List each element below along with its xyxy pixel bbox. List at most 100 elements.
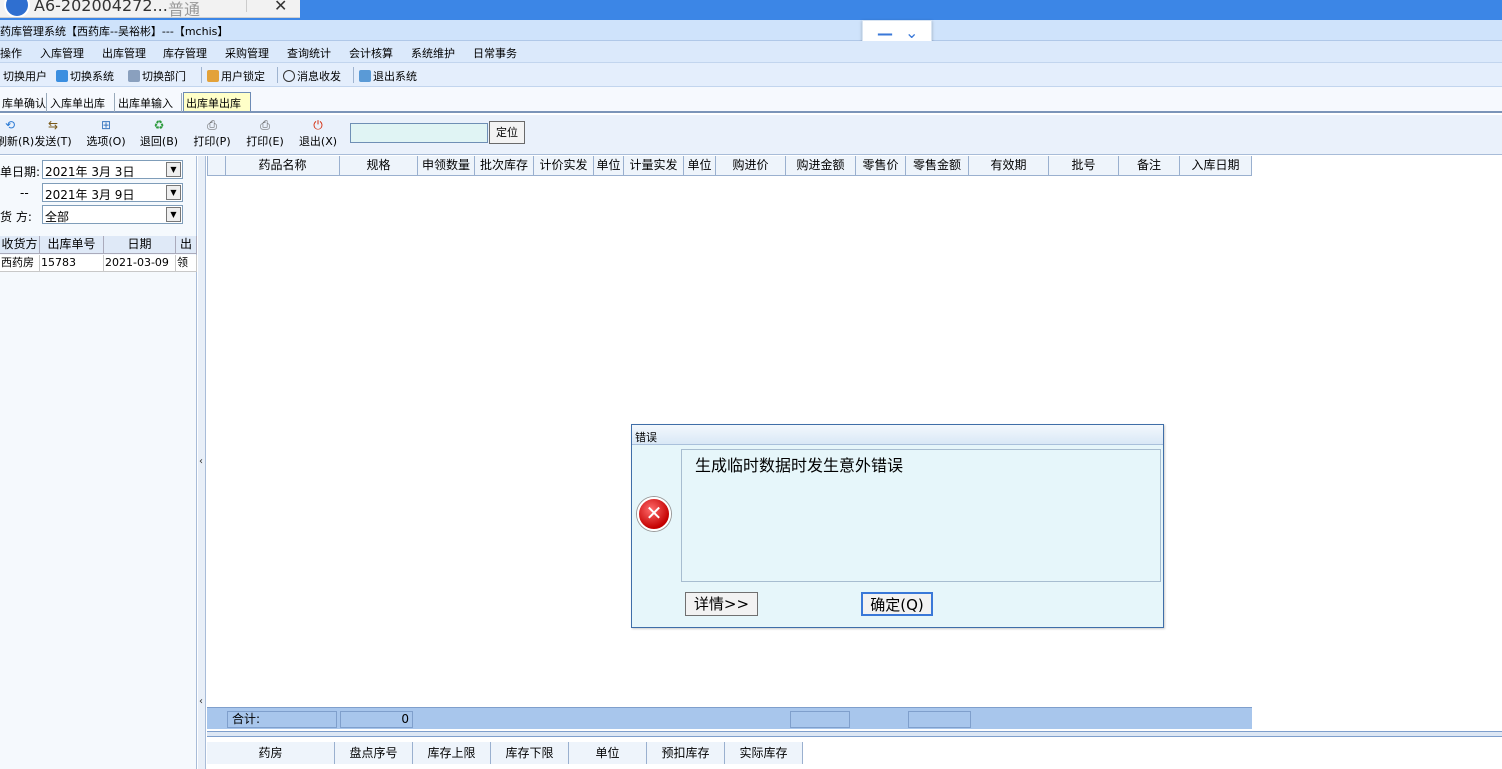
column-header[interactable]: 有效期 [968, 156, 1048, 176]
table-cell[interactable]: 领 [176, 255, 197, 272]
locate-button[interactable]: 定位 [489, 121, 525, 144]
tab-outbound-issue[interactable]: 出库单出库 [183, 92, 251, 111]
menu-item-operate[interactable]: 操作 [0, 45, 22, 61]
total-label: 合计: [227, 711, 337, 728]
column-header[interactable]: 计量实发 [623, 156, 683, 176]
switch-user-button[interactable]: 切换用户 [3, 68, 47, 84]
error-message: 生成临时数据时发生意外错误 [681, 449, 1161, 582]
printer-icon: ⎙ [260, 118, 270, 132]
party-row: 货 方: 全部 ▼ [0, 205, 197, 224]
menu-item-maintenance[interactable]: 系统维护 [411, 45, 455, 61]
refresh-button[interactable]: ⟲ 刷新(R) [0, 117, 34, 149]
grid-header: 药品名称 规格 申领数量 批次库存 计价实发 单位 计量实发 单位 购进价 购进… [207, 156, 1252, 176]
details-button[interactable]: 详情>> [685, 592, 758, 616]
date-to-picker[interactable]: 2021年 3月 9日 ▼ [42, 183, 183, 202]
exit-button[interactable]: ⏻ 退出(X) [296, 117, 340, 149]
lock-user-button[interactable]: 用户锁定 [207, 68, 265, 84]
lock-user-icon [207, 70, 219, 82]
recycle-icon: ♻ [153, 118, 165, 132]
ok-button[interactable]: 确定(Q) [861, 592, 933, 616]
tab-inbound-outbound[interactable]: 入库单出库 [48, 93, 115, 112]
menu-item-accounting[interactable]: 会计核算 [349, 45, 393, 61]
column-header[interactable]: 零售金额 [905, 156, 968, 176]
column-header[interactable]: 购进价 [715, 156, 785, 176]
menu-bar: 操作 入库管理 出库管理 库存管理 采购管理 查询统计 会计核算 系统维护 日常… [0, 41, 1502, 63]
party-value: 全部 [45, 210, 70, 224]
column-header[interactable]: 零售价 [855, 156, 905, 176]
column-header[interactable]: 实际库存 [725, 742, 803, 764]
table-cell[interactable]: 15783 [40, 255, 104, 272]
main-toolbar: ⟲ 刷新(R) ⇆ 发送(T) ⊞ 选项(O) ♻ 退回(B) ⎙ 打印(P) ⎙ 打印(E… [0, 115, 1502, 155]
total-purchase-box [790, 711, 850, 728]
party-select[interactable]: 全部 ▼ [42, 205, 183, 224]
tab-confirm[interactable]: 库单确认 [0, 93, 47, 112]
chevron-down-icon[interactable]: ▼ [166, 162, 181, 177]
print-p-button[interactable]: ⎙ 打印(P) [190, 117, 234, 149]
exit-system-button[interactable]: 退出系统 [359, 68, 417, 84]
switch-dept-label: 切换部门 [142, 70, 186, 83]
options-icon: ⊞ [100, 118, 112, 132]
module-tab-bar: 库单确认 入库单出库 出库单输入 出库单出库 [0, 87, 1502, 113]
switch-system-icon [56, 70, 68, 82]
chevron-down-icon[interactable]: ▼ [166, 185, 181, 200]
column-header[interactable]: 出库单号 [40, 236, 104, 254]
column-header[interactable]: 单位 [569, 742, 647, 764]
remote-tab-mode: 普通 [168, 0, 201, 18]
column-header[interactable]: 库存上限 [413, 742, 491, 764]
menu-item-stock[interactable]: 库存管理 [163, 45, 207, 61]
messages-button[interactable]: 消息收发 [283, 68, 341, 84]
column-header[interactable]: 药房 [207, 742, 335, 764]
column-header[interactable]: 单位 [683, 156, 715, 176]
window-title: 药库管理系统【西药库--吴裕彬】---【mchis】 [0, 25, 229, 38]
date-from-picker[interactable]: 2021年 3月 3日 ▼ [42, 160, 183, 179]
switch-system-button[interactable]: 切换系统 [56, 68, 114, 84]
grid-splitter[interactable] [207, 731, 1502, 737]
send-button[interactable]: ⇆ 发送(T) [31, 117, 75, 149]
menu-item-query[interactable]: 查询统计 [287, 45, 331, 61]
column-header[interactable]: 入库日期 [1179, 156, 1252, 176]
table-cell[interactable]: 2021-03-09 [104, 255, 176, 272]
menu-item-purchase[interactable]: 采购管理 [225, 45, 269, 61]
total-value: 0 [340, 711, 413, 728]
remote-tab-title: A6-202004272... [34, 0, 168, 15]
column-header[interactable]: 计价实发 [533, 156, 593, 176]
return-button[interactable]: ♻ 退回(B) [137, 117, 181, 149]
total-retail-box [908, 711, 971, 728]
chevron-down-icon[interactable]: ▼ [166, 207, 181, 222]
column-header[interactable]: 批次库存 [474, 156, 533, 176]
chevron-left-icon[interactable]: ‹ [199, 456, 203, 467]
options-button[interactable]: ⊞ 选项(O) [84, 117, 128, 149]
column-header[interactable]: 盘点序号 [335, 742, 413, 764]
column-header[interactable]: 出 [176, 236, 197, 254]
column-header[interactable]: 购进金额 [785, 156, 855, 176]
column-header[interactable]: 日期 [104, 236, 176, 254]
column-header[interactable]: 备注 [1118, 156, 1179, 176]
tab-outbound-input[interactable]: 出库单输入 [116, 93, 182, 112]
menu-item-inbound[interactable]: 入库管理 [40, 45, 84, 61]
menu-item-daily[interactable]: 日常事务 [473, 45, 517, 61]
dialog-title: 错误 [632, 425, 1163, 445]
remote-session-tab[interactable]: A6-202004272... 普通 ✕ [0, 0, 300, 18]
menu-item-outbound[interactable]: 出库管理 [102, 45, 146, 61]
print-e-label: 打印(E) [246, 135, 284, 148]
column-header[interactable]: 单位 [593, 156, 623, 176]
column-header[interactable]: 规格 [339, 156, 417, 176]
chevron-left-icon[interactable]: ‹ [199, 696, 203, 707]
chevron-down-icon[interactable]: ⌄ [905, 23, 918, 42]
table-cell[interactable]: 西药房 [0, 255, 40, 272]
panel-splitter[interactable]: ‹ ‹ [198, 156, 206, 769]
switch-dept-icon [128, 70, 140, 82]
print-e-button[interactable]: ⎙ 打印(E) [243, 117, 287, 149]
column-header[interactable]: 药品名称 [225, 156, 339, 176]
column-header[interactable]: 收货方 [0, 236, 40, 254]
total-bar: 合计: 0 [207, 707, 1252, 729]
switch-dept-button[interactable]: 切换部门 [128, 68, 186, 84]
column-header[interactable]: 申领数量 [417, 156, 474, 176]
close-icon[interactable]: ✕ [274, 0, 287, 15]
column-header[interactable]: 预扣库存 [647, 742, 725, 764]
column-header[interactable]: 批号 [1048, 156, 1118, 176]
exit-system-label: 退出系统 [373, 70, 417, 83]
divider [353, 67, 354, 83]
column-header[interactable]: 库存下限 [491, 742, 569, 764]
locate-input[interactable] [350, 123, 488, 143]
